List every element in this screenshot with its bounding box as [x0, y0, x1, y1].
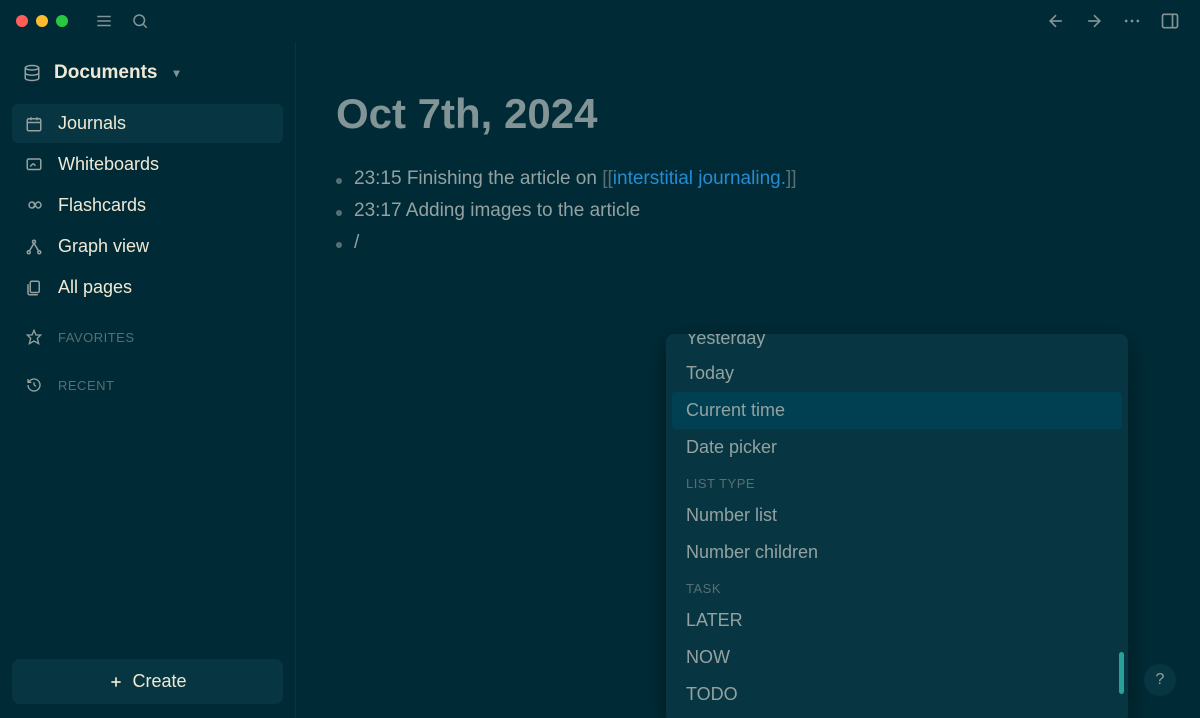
- menu-section-list-type: LIST TYPE: [666, 466, 1128, 497]
- menu-item-cutoff[interactable]: Yesterday: [666, 334, 1128, 355]
- sidebar-item-label: All pages: [58, 277, 132, 298]
- pages-icon: [24, 278, 44, 298]
- block[interactable]: /: [336, 232, 1164, 254]
- bullet-icon[interactable]: [336, 242, 342, 248]
- window-maximize-button[interactable]: [56, 15, 68, 27]
- infinity-icon: [24, 196, 44, 216]
- app-body: Documents ▾ Journals Whiteboards Flashca…: [0, 42, 1200, 718]
- arrow-left-icon: [1046, 11, 1066, 31]
- window-close-button[interactable]: [16, 15, 28, 27]
- dots-icon: [1122, 11, 1142, 31]
- search-icon: [131, 12, 149, 30]
- right-panel-toggle[interactable]: [1156, 7, 1184, 35]
- sidebar-item-label: Flashcards: [58, 195, 146, 216]
- block[interactable]: 23:15 Finishing the article on [[interst…: [336, 168, 1164, 190]
- menu-toggle-button[interactable]: [90, 7, 118, 35]
- block[interactable]: 23:17 Adding images to the article: [336, 200, 1164, 222]
- sidebar-item-all-pages[interactable]: All pages: [12, 268, 283, 307]
- nav-forward-button[interactable]: [1080, 7, 1108, 35]
- panel-right-icon: [1160, 11, 1180, 31]
- page-title[interactable]: Oct 7th, 2024: [336, 90, 1164, 138]
- database-icon: [22, 63, 42, 83]
- menu-item-number-list[interactable]: Number list: [666, 497, 1128, 534]
- graph-icon: [24, 237, 44, 257]
- favorites-section[interactable]: FAVORITES: [12, 317, 283, 357]
- whiteboard-icon: [24, 155, 44, 175]
- sidebar-item-journals[interactable]: Journals: [12, 104, 283, 143]
- bullet-icon[interactable]: [336, 210, 342, 216]
- search-button[interactable]: [126, 7, 154, 35]
- bullet-icon[interactable]: [336, 178, 342, 184]
- recent-section[interactable]: RECENT: [12, 365, 283, 405]
- sidebar-item-label: Journals: [58, 113, 126, 134]
- window-minimize-button[interactable]: [36, 15, 48, 27]
- slash-command-menu: Yesterday Today Current time Date picker…: [666, 334, 1128, 718]
- menu-item-later[interactable]: LATER: [666, 602, 1128, 639]
- documents-dropdown[interactable]: Documents ▾: [12, 56, 283, 90]
- more-button[interactable]: [1118, 7, 1146, 35]
- help-button[interactable]: ?: [1144, 664, 1176, 696]
- titlebar: [0, 0, 1200, 42]
- sidebar-item-whiteboards[interactable]: Whiteboards: [12, 145, 283, 184]
- chevron-down-icon: ▾: [173, 66, 179, 80]
- create-label: Create: [132, 671, 186, 692]
- window-controls: [16, 15, 68, 27]
- link-bracket-close: ]]: [786, 168, 797, 189]
- hamburger-icon: [95, 12, 113, 30]
- create-button[interactable]: Create: [12, 659, 283, 704]
- block-content[interactable]: 23:17 Adding images to the article: [354, 200, 640, 222]
- nav-back-button[interactable]: [1042, 7, 1070, 35]
- help-icon: ?: [1156, 671, 1165, 689]
- menu-section-task: TASK: [666, 571, 1128, 602]
- main-content: Oct 7th, 2024 23:15 Finishing the articl…: [296, 42, 1200, 718]
- page-link[interactable]: interstitial journaling.: [613, 168, 786, 189]
- link-bracket-open: [[: [602, 168, 613, 189]
- menu-item-today[interactable]: Today: [666, 355, 1128, 392]
- favorites-label: FAVORITES: [58, 330, 135, 345]
- menu-item-current-time[interactable]: Current time: [672, 392, 1122, 429]
- star-icon: [24, 327, 44, 347]
- arrow-right-icon: [1084, 11, 1104, 31]
- sidebar: Documents ▾ Journals Whiteboards Flashca…: [0, 42, 296, 718]
- menu-item-date-picker[interactable]: Date picker: [666, 429, 1128, 466]
- menu-scrollbar-thumb[interactable]: [1119, 652, 1124, 694]
- calendar-icon: [24, 114, 44, 134]
- menu-item-number-children[interactable]: Number children: [666, 534, 1128, 571]
- documents-label: Documents: [54, 62, 157, 84]
- recent-label: RECENT: [58, 378, 114, 393]
- sidebar-item-graph-view[interactable]: Graph view: [12, 227, 283, 266]
- sidebar-item-label: Whiteboards: [58, 154, 159, 175]
- plus-icon: [108, 674, 124, 690]
- block-content[interactable]: 23:15 Finishing the article on [[interst…: [354, 168, 797, 190]
- menu-item-todo[interactable]: TODO: [666, 676, 1128, 713]
- titlebar-left: [16, 7, 154, 35]
- block-list: 23:15 Finishing the article on [[interst…: [336, 168, 1164, 254]
- sidebar-item-flashcards[interactable]: Flashcards: [12, 186, 283, 225]
- sidebar-item-label: Graph view: [58, 236, 149, 257]
- menu-item-now[interactable]: NOW: [666, 639, 1128, 676]
- titlebar-right: [1042, 7, 1184, 35]
- block-content[interactable]: /: [354, 232, 359, 254]
- history-icon: [24, 375, 44, 395]
